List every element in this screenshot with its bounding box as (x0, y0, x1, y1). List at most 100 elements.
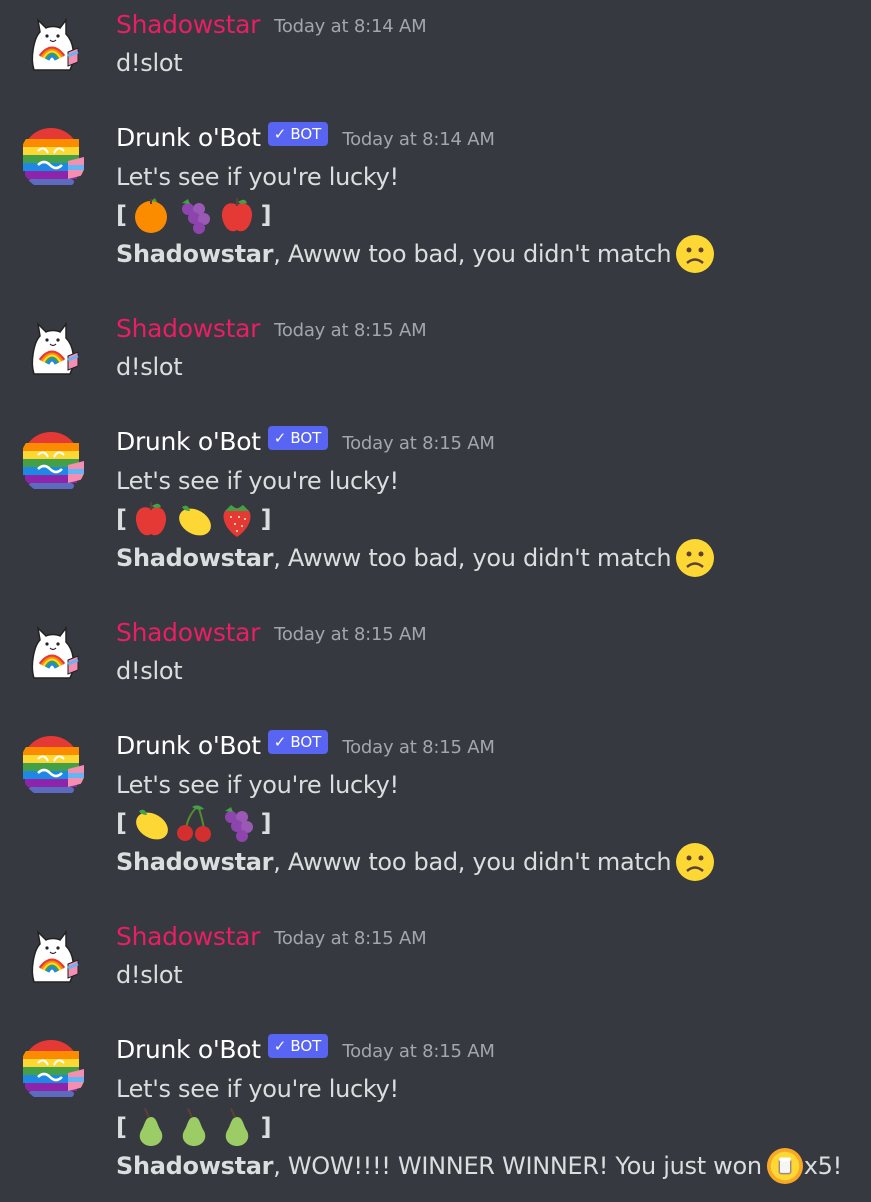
cat-avatar-icon (20, 12, 86, 78)
message-intro: Let's see if you're lucky! (116, 1075, 399, 1103)
slot-reels: [ ] (116, 196, 272, 234)
mention-name: Shadowstar (116, 1152, 274, 1180)
message-bot: Drunk o'Bot ✓ BOT Today at 8:14 AM Let's … (0, 117, 871, 287)
slot-result: Shadowstar, Awww too bad, you didn't mat… (116, 235, 715, 273)
message-header: Shadowstar Today at 8:14 AM (116, 4, 427, 44)
username[interactable]: Shadowstar (116, 314, 260, 343)
message-header: Drunk o'Bot ✓ BOT Today at 8:15 AM (116, 725, 495, 765)
username[interactable]: Drunk o'Bot (116, 427, 261, 456)
bot-badge-label: BOT (290, 429, 322, 447)
message-header: Drunk o'Bot ✓ BOT Today at 8:15 AM (116, 1029, 495, 1069)
message-content: d!slot (116, 353, 183, 381)
verified-check-icon: ✓ (273, 125, 287, 143)
lemon-emoji-icon (178, 505, 211, 536)
pear-emoji-icon (225, 1108, 248, 1146)
avatar-shadowstar[interactable] (20, 316, 86, 382)
cat-avatar-icon (20, 620, 86, 686)
timestamp[interactable]: Today at 8:15 AM (274, 624, 427, 645)
avatar-shadowstar[interactable] (20, 924, 86, 990)
message-content: d!slot (116, 49, 183, 77)
bot-badge-label: BOT (290, 125, 322, 143)
verified-check-icon: ✓ (273, 733, 287, 751)
message-bot: Drunk o'Bot ✓ BOT Today at 8:15 AM Let's … (0, 725, 871, 895)
verified-check-icon: ✓ (273, 429, 287, 447)
frowning-face-emoji-icon (676, 235, 715, 273)
timestamp[interactable]: Today at 8:15 AM (342, 1041, 495, 1062)
message-content: d!slot (116, 961, 183, 989)
username[interactable]: Drunk o'Bot (116, 1035, 261, 1064)
username[interactable]: Shadowstar (116, 618, 260, 647)
bot-badge: ✓ BOT (267, 426, 329, 450)
frowning-face-emoji-icon (676, 843, 715, 881)
timestamp[interactable]: Today at 8:14 AM (274, 16, 427, 37)
bot-badge: ✓ BOT (267, 122, 329, 146)
timestamp[interactable]: Today at 8:15 AM (342, 433, 495, 454)
bracket-close: ] (260, 809, 272, 837)
message-bot: Drunk o'Bot ✓ BOT Today at 8:15 AM Let's … (0, 421, 871, 591)
slot-reels: [ ] (116, 1108, 272, 1146)
message-user: Shadowstar Today at 8:15 AM d!slot (0, 308, 871, 398)
verified-check-icon: ✓ (273, 1037, 287, 1055)
slot-reels: [ ] (116, 500, 272, 538)
bracket-open: [ (116, 505, 127, 533)
result-text: , Awww too bad, you didn't match (273, 240, 672, 268)
timestamp[interactable]: Today at 8:14 AM (342, 129, 495, 150)
apple-emoji-icon (135, 502, 166, 536)
timestamp[interactable]: Today at 8:15 AM (274, 928, 427, 949)
slot-reels: [ ] (116, 804, 272, 842)
avatar-drunk-obot[interactable] (20, 429, 86, 495)
rainbow-burger-avatar-icon (20, 1037, 86, 1103)
apple-emoji-icon (221, 198, 252, 232)
message-content: d!slot (116, 657, 183, 685)
slot-result: Shadowstar, Awww too bad, you didn't mat… (116, 539, 715, 577)
username[interactable]: Drunk o'Bot (116, 731, 261, 760)
avatar-drunk-obot[interactable] (20, 125, 86, 191)
slot-result: Shadowstar, Awww too bad, you didn't mat… (116, 843, 715, 881)
rainbow-burger-avatar-icon (20, 125, 86, 191)
message-header: Shadowstar Today at 8:15 AM (116, 916, 427, 956)
cat-avatar-icon (20, 924, 86, 990)
pear-emoji-icon (139, 1108, 162, 1146)
message-bot: Drunk o'Bot ✓ BOT Today at 8:15 AM Let's … (0, 1029, 871, 1199)
avatar-shadowstar[interactable] (20, 620, 86, 686)
message-header: Shadowstar Today at 8:15 AM (116, 308, 427, 348)
timestamp[interactable]: Today at 8:15 AM (342, 737, 495, 758)
message-user: Shadowstar Today at 8:15 AM d!slot (0, 612, 871, 702)
message-user: Shadowstar Today at 8:15 AM d!slot (0, 916, 871, 1006)
bot-badge: ✓ BOT (267, 1034, 329, 1058)
grapes-emoji-icon (181, 199, 210, 234)
bot-badge-label: BOT (290, 733, 322, 751)
bracket-close: ] (260, 201, 272, 229)
timestamp[interactable]: Today at 8:15 AM (274, 320, 427, 341)
rainbow-burger-avatar-icon (20, 429, 86, 495)
username[interactable]: Drunk o'Bot (116, 123, 261, 152)
avatar-drunk-obot[interactable] (20, 733, 86, 799)
bot-badge: ✓ BOT (267, 730, 329, 754)
result-suffix: x5! (803, 1152, 843, 1180)
message-user: Shadowstar Today at 8:14 AM d!slot (0, 4, 871, 94)
cat-avatar-icon (20, 316, 86, 382)
result-text: , WOW!!!! WINNER WINNER! You just won (273, 1152, 762, 1180)
pear-emoji-icon (182, 1108, 205, 1146)
bracket-close: ] (260, 505, 272, 533)
rainbow-burger-avatar-icon (20, 733, 86, 799)
message-list: Shadowstar Today at 8:14 AM d!slot Drunk… (0, 0, 871, 1202)
username[interactable]: Shadowstar (116, 922, 260, 951)
bot-badge-label: BOT (290, 1037, 322, 1055)
avatar-drunk-obot[interactable] (20, 1037, 86, 1103)
username[interactable]: Shadowstar (116, 10, 260, 39)
message-intro: Let's see if you're lucky! (116, 467, 399, 495)
mention-name: Shadowstar (116, 544, 274, 572)
bracket-close: ] (260, 1113, 272, 1141)
avatar-shadowstar[interactable] (20, 12, 86, 78)
coin-emoji-icon (766, 1147, 803, 1185)
result-text: , Awww too bad, you didn't match (273, 544, 672, 572)
strawberry-emoji-icon (223, 505, 251, 537)
message-header: Drunk o'Bot ✓ BOT Today at 8:14 AM (116, 117, 495, 157)
slot-result: Shadowstar, WOW!!!! WINNER WINNER! You j… (116, 1147, 842, 1185)
grapes-emoji-icon (224, 807, 253, 842)
lemon-emoji-icon (135, 809, 168, 840)
bracket-open: [ (116, 809, 127, 837)
mention-name: Shadowstar (116, 848, 274, 876)
orange-emoji-icon (134, 198, 167, 233)
